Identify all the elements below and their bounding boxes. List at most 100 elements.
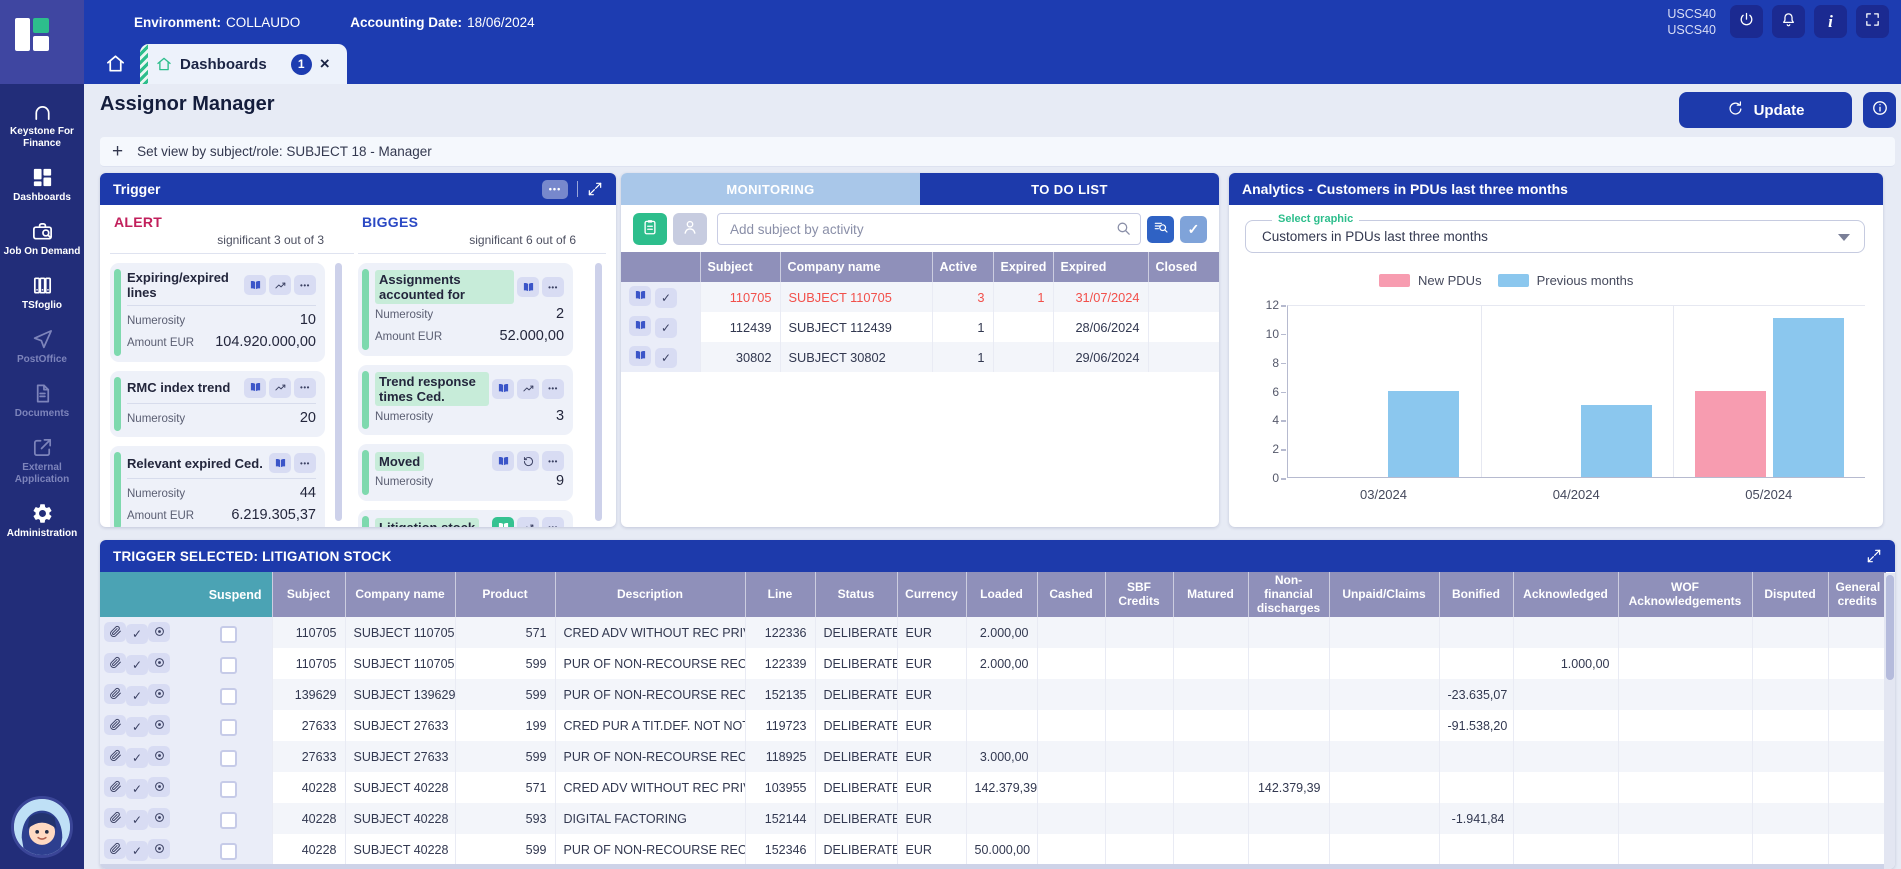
book-icon-button[interactable]	[629, 286, 651, 306]
todo-col-header[interactable]: Closed	[1148, 252, 1219, 282]
more-options-icon[interactable]: •••	[542, 517, 564, 527]
target-icon-button[interactable]	[148, 622, 170, 642]
sidebar-item-job-on-demand[interactable]: Job On Demand	[0, 212, 84, 266]
graphic-select[interactable]: Select graphic Customers in PDUs last th…	[1245, 220, 1865, 253]
table-col-header[interactable]: General credits	[1828, 572, 1886, 617]
notifications-button[interactable]	[1772, 5, 1805, 38]
check-icon-button[interactable]: ✓	[655, 288, 677, 308]
check-icon-button[interactable]: ✓	[126, 717, 148, 737]
more-options-icon[interactable]: •••	[542, 451, 564, 471]
more-options-icon[interactable]: •••	[294, 453, 316, 473]
bar-previous-months-05/2024[interactable]	[1773, 318, 1844, 477]
target-icon-button[interactable]	[148, 839, 170, 859]
book-icon[interactable]	[492, 379, 514, 399]
table-col-header[interactable]: Subject	[272, 572, 345, 617]
scrollbar-thumb[interactable]	[1886, 575, 1894, 680]
more-options-icon[interactable]: •••	[542, 379, 564, 399]
book-icon[interactable]	[244, 378, 266, 398]
check-icon-button[interactable]: ✓	[126, 810, 148, 830]
subject-search-input[interactable]	[717, 213, 1141, 245]
tab-close-icon[interactable]: ×	[320, 54, 330, 74]
bar-previous-months-03/2024[interactable]	[1388, 391, 1459, 478]
sidebar-item-dashboards[interactable]: Dashboards	[0, 158, 84, 212]
paperclip-icon-button[interactable]	[104, 808, 126, 828]
trend-icon[interactable]	[517, 379, 539, 399]
trigger-card[interactable]: Litigation stock •••	[358, 510, 573, 527]
vertical-scrollbar[interactable]	[1884, 573, 1895, 869]
check-icon-button[interactable]: ✓	[655, 318, 677, 338]
table-row[interactable]: ✓110705SUBJECT 110705599PUR OF NON-RECOU…	[100, 648, 1886, 679]
table-col-header[interactable]: Status	[815, 572, 897, 617]
row-checkbox[interactable]	[220, 719, 237, 736]
sidebar-item-documents[interactable]: Documents	[0, 374, 84, 428]
todo-row[interactable]: ✓30802SUBJECT 30802129/06/2024	[621, 342, 1219, 372]
expand-icon[interactable]	[1866, 548, 1882, 564]
book-icon-button[interactable]	[629, 346, 651, 366]
horizontal-scrollbar[interactable]	[100, 864, 1884, 869]
check-icon-button[interactable]: ✓	[126, 624, 148, 644]
logout-button[interactable]	[1730, 5, 1763, 38]
table-row[interactable]: ✓27633SUBJECT 27633599PUR OF NON-RECOURS…	[100, 741, 1886, 772]
table-col-header[interactable]: Unpaid/Claims	[1329, 572, 1439, 617]
todo-col-header[interactable]: Company name	[780, 252, 932, 282]
update-button[interactable]: Update	[1679, 92, 1852, 128]
table-row[interactable]: ✓27633SUBJECT 27633199CRED PUR A TIT.DEF…	[100, 710, 1886, 741]
book-icon-button[interactable]	[629, 316, 651, 336]
trigger-card[interactable]: RMC index trend ••• Numerosity20	[110, 371, 325, 438]
todo-col-header[interactable]	[621, 252, 700, 282]
user-avatar[interactable]	[11, 796, 73, 858]
confirm-button[interactable]: ✓	[1180, 216, 1207, 243]
target-icon-button[interactable]	[148, 808, 170, 828]
todo-col-header[interactable]: Expired	[993, 252, 1053, 282]
table-col-header[interactable]: Loaded	[966, 572, 1037, 617]
fullscreen-button[interactable]	[1856, 5, 1889, 38]
sidebar-item-postoffice[interactable]: PostOffice	[0, 320, 84, 374]
bar-previous-months-04/2024[interactable]	[1581, 405, 1652, 477]
more-options-icon[interactable]: •••	[542, 277, 564, 297]
expand-icon[interactable]	[587, 181, 603, 197]
trigger-card[interactable]: Relevant expired Ced. ••• Numerosity44Am…	[110, 446, 325, 527]
info-button[interactable]: i	[1814, 5, 1847, 38]
sidebar-item-tsfoglio[interactable]: TSfoglio	[0, 266, 84, 320]
row-checkbox[interactable]	[220, 750, 237, 767]
column-scrollbar[interactable]	[335, 263, 342, 521]
book-icon[interactable]	[517, 277, 539, 297]
table-row[interactable]: ✓40228SUBJECT 40228571CRED ADV WITHOUT R…	[100, 772, 1886, 803]
book-icon[interactable]	[492, 517, 514, 527]
table-col-header[interactable]: Matured	[1173, 572, 1248, 617]
check-icon-button[interactable]: ✓	[126, 841, 148, 861]
target-icon-button[interactable]	[148, 746, 170, 766]
paperclip-icon-button[interactable]	[104, 839, 126, 859]
trigger-card[interactable]: Assignments accounted for ••• Numerosity…	[358, 263, 573, 356]
trend-icon[interactable]	[269, 275, 291, 295]
check-icon-button[interactable]: ✓	[126, 748, 148, 768]
table-col-header[interactable]: Product	[455, 572, 555, 617]
table-col-header[interactable]: Currency	[897, 572, 966, 617]
table-col-header[interactable]: SBF Credits	[1105, 572, 1173, 617]
target-icon-button[interactable]	[148, 777, 170, 797]
sidebar-item-external-application[interactable]: External Application	[0, 428, 84, 494]
row-checkbox[interactable]	[220, 781, 237, 798]
suspend-col-header[interactable]: Suspend	[100, 572, 272, 617]
page-info-button[interactable]	[1863, 92, 1896, 128]
check-icon-button[interactable]: ✓	[655, 348, 677, 368]
paperclip-icon-button[interactable]	[104, 715, 126, 735]
paperclip-icon-button[interactable]	[104, 653, 126, 673]
column-scrollbar[interactable]	[595, 263, 602, 521]
todo-col-header[interactable]: Subject	[700, 252, 780, 282]
check-icon-button[interactable]: ✓	[126, 655, 148, 675]
table-col-header[interactable]: Description	[555, 572, 745, 617]
table-col-header[interactable]: WOF Acknowledgements	[1618, 572, 1752, 617]
trend-icon[interactable]	[269, 378, 291, 398]
paperclip-icon-button[interactable]	[104, 684, 126, 704]
table-col-header[interactable]: Disputed	[1752, 572, 1828, 617]
trigger-card[interactable]: Moved ••• Numerosity9	[358, 444, 573, 501]
more-options-icon[interactable]: •••	[294, 275, 316, 295]
more-options-icon[interactable]: •••	[294, 378, 316, 398]
check-icon-button[interactable]: ✓	[126, 779, 148, 799]
target-icon-button[interactable]	[148, 684, 170, 704]
todo-col-header[interactable]: Expired	[1053, 252, 1148, 282]
check-icon-button[interactable]: ✓	[126, 686, 148, 706]
home-button[interactable]	[104, 52, 130, 78]
table-row[interactable]: ✓40228SUBJECT 40228593DIGITAL FACTORING1…	[100, 803, 1886, 834]
